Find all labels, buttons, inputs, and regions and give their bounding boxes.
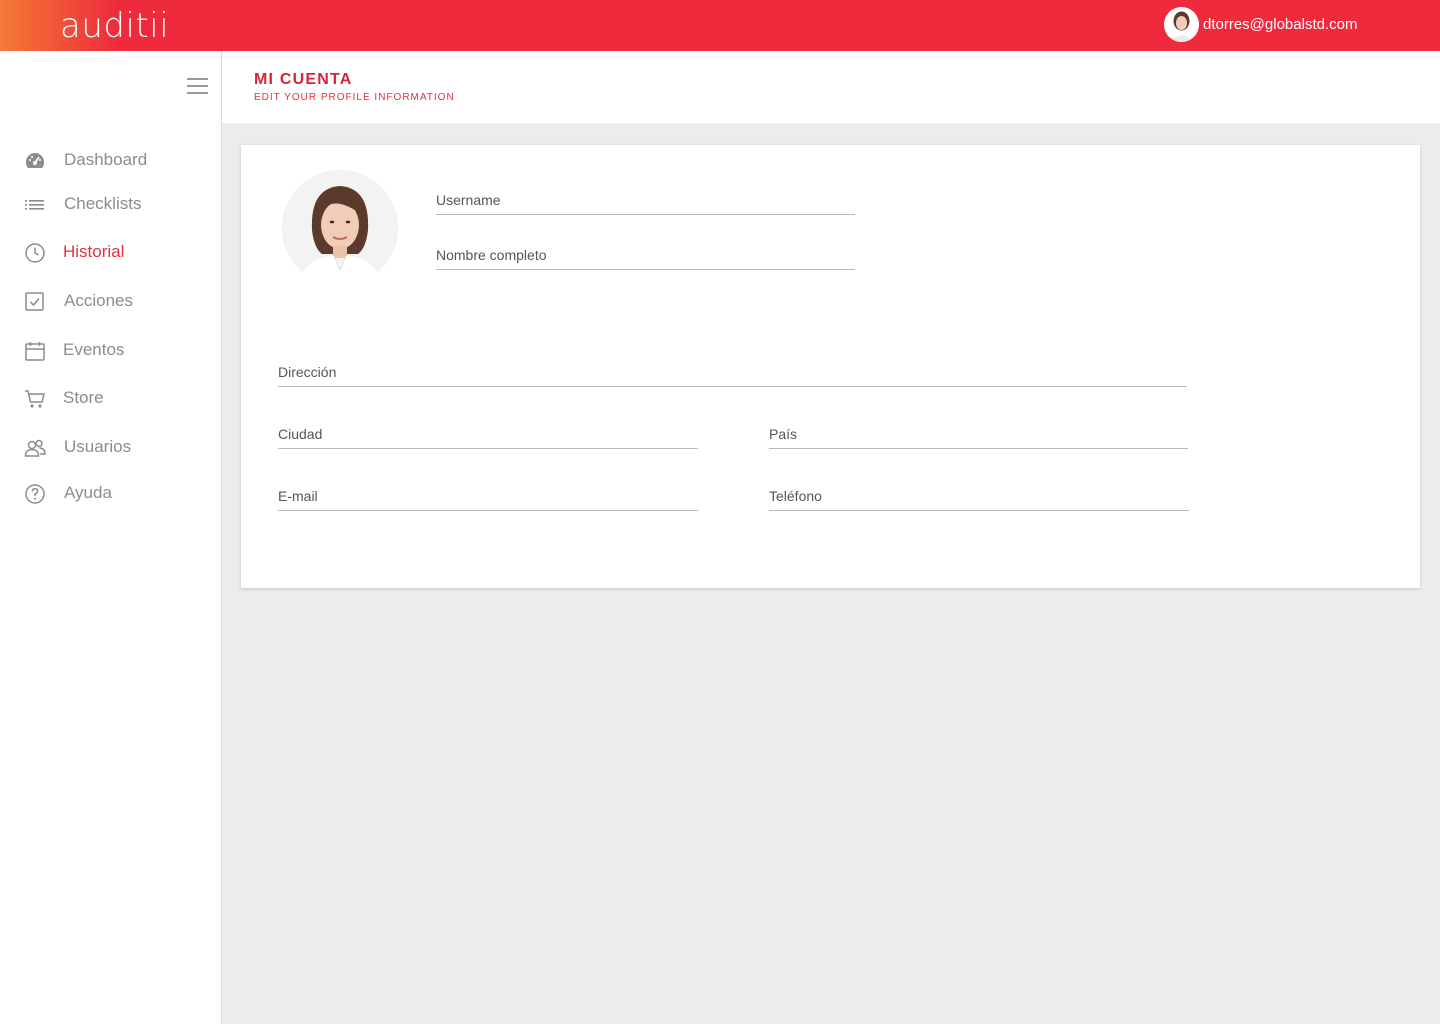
- address-input[interactable]: [278, 357, 1187, 386]
- checkbox-icon: [25, 292, 44, 311]
- user-avatar[interactable]: [1164, 7, 1199, 42]
- page-subtitle: EDIT YOUR PROFILE INFORMATION: [254, 92, 455, 103]
- sidebar-item-label: Historial: [63, 242, 125, 261]
- username-field[interactable]: [436, 185, 855, 215]
- sidebar-item-label: Usuarios: [64, 437, 132, 456]
- users-icon: [24, 439, 46, 457]
- city-input[interactable]: [278, 419, 698, 448]
- sidebar-item-label: Acciones: [64, 291, 133, 310]
- sidebar-item-label: Eventos: [63, 340, 125, 359]
- sidebar-item-ayuda[interactable]: Ayuda: [24, 481, 112, 507]
- profile-photo[interactable]: [282, 170, 398, 286]
- username-input[interactable]: [436, 185, 855, 214]
- email-field[interactable]: [278, 481, 698, 511]
- sidebar: Dashboard Checklists Historial Acciones: [0, 51, 222, 1024]
- sidebar-item-checklists[interactable]: Checklists: [24, 192, 141, 218]
- user-email[interactable]: dtorres@globalstd.com: [1203, 16, 1357, 33]
- profile-card: [241, 145, 1420, 588]
- clock-icon: [25, 243, 45, 263]
- email-input[interactable]: [278, 481, 698, 510]
- list-icon: [25, 200, 44, 210]
- sidebar-item-usuarios[interactable]: Usuarios: [24, 435, 131, 461]
- sidebar-item-acciones[interactable]: Acciones: [24, 289, 133, 315]
- user-menu[interactable]: dtorres@globalstd.com: [1164, 7, 1357, 42]
- country-input[interactable]: [769, 419, 1188, 448]
- cart-icon: [25, 390, 45, 408]
- sidebar-item-label: Ayuda: [64, 483, 112, 502]
- sidebar-item-label: Store: [63, 388, 104, 407]
- top-bar: auditii dtorres@globalstd.com: [0, 0, 1440, 51]
- phone-field[interactable]: [769, 481, 1189, 511]
- sidebar-item-store[interactable]: Store: [24, 386, 104, 412]
- app-logo[interactable]: auditii: [60, 6, 169, 46]
- fullname-field[interactable]: [436, 240, 855, 270]
- sidebar-item-dashboard[interactable]: Dashboard: [24, 148, 147, 174]
- dashboard-icon: [25, 153, 45, 168]
- sidebar-item-historial[interactable]: Historial: [24, 240, 124, 266]
- page-header: MI CUENTA EDIT YOUR PROFILE INFORMATION: [222, 51, 1440, 123]
- sidebar-item-label: Checklists: [64, 194, 142, 213]
- menu-toggle-icon[interactable]: [187, 78, 208, 95]
- fullname-input[interactable]: [436, 240, 855, 269]
- city-field[interactable]: [278, 419, 698, 449]
- address-field[interactable]: [278, 357, 1187, 387]
- page-title: MI CUENTA: [254, 71, 353, 88]
- country-field[interactable]: [769, 419, 1188, 449]
- help-icon: [25, 484, 45, 504]
- sidebar-item-label: Dashboard: [64, 150, 148, 169]
- sidebar-item-eventos[interactable]: Eventos: [24, 338, 124, 364]
- phone-input[interactable]: [769, 481, 1189, 510]
- calendar-icon: [25, 342, 45, 361]
